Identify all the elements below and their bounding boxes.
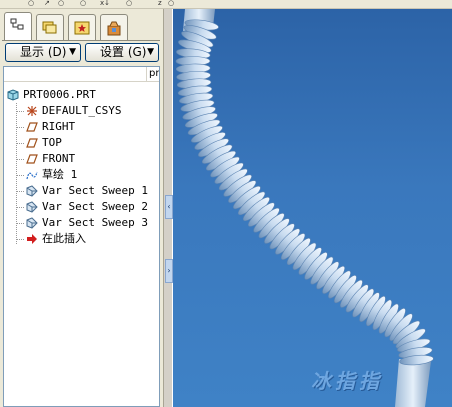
tree-item-label: TOP xyxy=(42,136,62,149)
tab-favorites[interactable] xyxy=(68,14,96,40)
tree-item-label: Var Sect Sweep 2 xyxy=(42,200,148,213)
tree-item-label: DEFAULT_CSYS xyxy=(42,104,122,117)
toolbar-icon[interactable]: ○ xyxy=(168,0,174,6)
bellows-hose-model xyxy=(175,9,434,407)
graphics-viewport[interactable]: 冰指指 xyxy=(173,9,452,407)
sweep-icon xyxy=(26,201,38,213)
layers-icon xyxy=(42,21,57,34)
model-tree: prt PRT0006.PRT DEFAULT_CSYS xyxy=(3,66,160,407)
tab-model-tree[interactable] xyxy=(4,12,32,41)
explorer-icon xyxy=(107,21,121,36)
toolbar-strip: ○ ↗ ○ ○ x↓ ○ z ○ xyxy=(0,0,452,9)
datum-plane-icon xyxy=(26,138,38,148)
model-tree-icon xyxy=(10,18,24,30)
toolbar-icon[interactable]: z xyxy=(158,0,162,6)
navigator-tabs xyxy=(2,12,160,41)
tree-header: prt xyxy=(4,67,159,82)
toolbar-icon[interactable]: x↓ xyxy=(100,0,110,6)
expand-right-icon[interactable]: › xyxy=(165,259,173,283)
chevron-down-icon: ▼ xyxy=(147,47,154,57)
navigator-panel: 显示 (D) ▼ 设置 (G) ▼ prt PRT0006.PRT xyxy=(0,9,163,407)
tree-item-label: 草绘 1 xyxy=(42,168,78,181)
collapse-left-icon[interactable]: ‹ xyxy=(165,195,173,219)
toolbar-icon[interactable]: ↗ xyxy=(44,0,50,6)
chevron-down-icon: ▼ xyxy=(69,47,76,57)
tab-explorer[interactable] xyxy=(100,14,128,40)
datum-plane-icon xyxy=(26,122,38,132)
tree-item-label: Var Sect Sweep 1 xyxy=(42,184,148,197)
csys-icon xyxy=(27,106,37,116)
tree-item-label: Var Sect Sweep 3 xyxy=(42,216,148,229)
tree-root-label: PRT0006.PRT xyxy=(23,88,96,101)
watermark: 冰指指 xyxy=(311,369,383,393)
tree-item-label: RIGHT xyxy=(42,120,76,133)
insert-here-arrow-icon xyxy=(27,234,37,244)
toolbar-icon[interactable]: ○ xyxy=(126,0,132,6)
settings-menu[interactable]: 设置 (G) ▼ xyxy=(85,43,159,62)
panel-splitter[interactable]: ‹ › xyxy=(163,9,173,407)
sweep-icon xyxy=(26,217,38,229)
tree-item-label: FRONT xyxy=(42,152,76,165)
sweep-icon xyxy=(26,185,38,197)
show-menu-label: 显示 (D) xyxy=(20,45,67,59)
tab-layers[interactable] xyxy=(36,14,64,40)
toolbar-icon[interactable]: ○ xyxy=(28,0,34,6)
part-icon xyxy=(7,89,19,101)
settings-menu-label: 设置 (G) xyxy=(100,45,147,59)
toolbar-icon[interactable]: ○ xyxy=(58,0,64,6)
toolbar-icon[interactable]: ○ xyxy=(80,0,86,6)
tree-column-header[interactable]: prt xyxy=(146,67,159,81)
sketch-icon xyxy=(26,171,38,180)
datum-plane-icon xyxy=(26,154,38,164)
show-menu[interactable]: 显示 (D) ▼ xyxy=(5,43,81,62)
tree-item-label: 在此插入 xyxy=(42,232,86,245)
navigator-menus: 显示 (D) ▼ 设置 (G) ▼ xyxy=(3,43,161,63)
favorites-icon xyxy=(74,21,90,35)
